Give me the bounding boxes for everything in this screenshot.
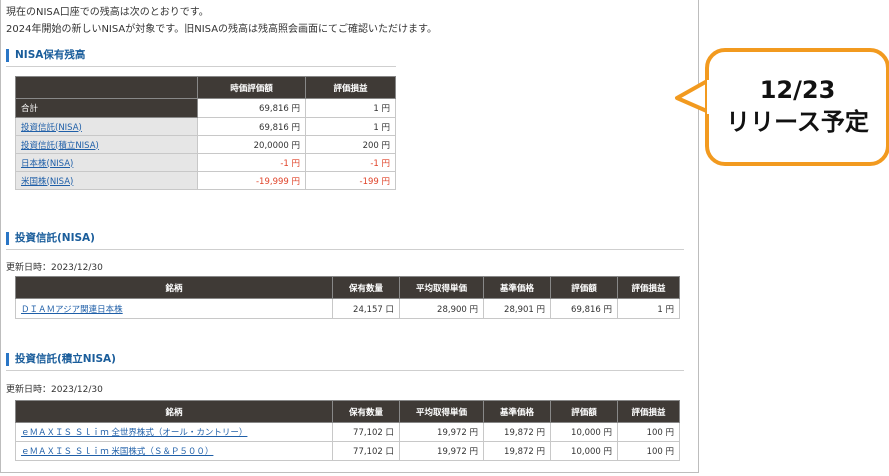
holdings-heading: NISA保有残高: [6, 49, 85, 62]
qty-cell: 77,102 口: [332, 422, 400, 442]
holdings-row: 投資信託(NISA) 69,816 円 1 円: [15, 117, 396, 136]
callout-tail-joint: [707, 80, 713, 114]
base-cell: 19,872 円: [483, 422, 551, 442]
holdings-row: 米国株(NISA) -19,999 円 -199 円: [15, 171, 396, 190]
table-row: ｅＭＡＸＩＳ Ｓｌｉｍ 全世界株式（オール・カントリー） 77,102 口 19…: [15, 422, 680, 442]
base-cell: 28,901 円: [483, 298, 551, 319]
fund-nisa-heading: 投資信託(NISA): [6, 232, 95, 245]
value-cell: 69,816 円: [550, 298, 618, 319]
qty-cell: 24,157 口: [332, 298, 400, 319]
fund-link[interactable]: ｅＭＡＸＩＳ Ｓｌｉｍ 米国株式（Ｓ＆Ｐ５００）: [21, 447, 213, 457]
pl-cell: 1 円: [617, 298, 680, 319]
holdings-pl: 1 円: [305, 117, 396, 136]
holdings-pl: -199 円: [305, 171, 396, 190]
holdings-link-fund-nisa[interactable]: 投資信託(NISA): [21, 123, 82, 133]
fund-tsumitate-heading-divider: [6, 370, 684, 371]
holdings-pl: -1 円: [305, 153, 396, 172]
value-cell: 10,000 円: [550, 441, 618, 461]
fund-link[interactable]: ＤＩＡＭアジア関連日本株: [21, 305, 123, 315]
col-header-pl: 評価損益: [617, 276, 680, 299]
holdings-link-fund-tsumitate[interactable]: 投資信託(積立NISA): [21, 141, 99, 151]
table-row: ｅＭＡＸＩＳ Ｓｌｉｍ 米国株式（Ｓ＆Ｐ５００） 77,102 口 19,972…: [15, 441, 680, 461]
avg-cell: 19,972 円: [399, 422, 484, 442]
fund-nisa-table: 銘柄 保有数量 平均取得単価 基準価格 評価額 評価損益 ＤＩＡＭアジア関連日本…: [15, 276, 680, 319]
fund-tsumitate-table: 銘柄 保有数量 平均取得単価 基準価格 評価額 評価損益 ｅＭＡＸＩＳ Ｓｌｉｍ…: [15, 400, 680, 461]
col-header-qty: 保有数量: [332, 276, 400, 299]
holdings-row: 投資信託(積立NISA) 20,0000 円 200 円: [15, 135, 396, 154]
col-header-base: 基準価格: [483, 400, 551, 423]
col-header-base: 基準価格: [483, 276, 551, 299]
col-header-name: 銘柄: [15, 400, 333, 423]
col-header-name: 銘柄: [15, 276, 333, 299]
holdings-value: -1 円: [197, 153, 306, 172]
pl-cell: 100 円: [617, 441, 680, 461]
holdings-value: 20,0000 円: [197, 135, 306, 154]
callout-date: 12/23: [759, 76, 836, 104]
fund-nisa-heading-divider: [6, 249, 684, 250]
fund-nisa-updated: 更新日時：2023/12/30: [6, 263, 103, 273]
nisa-balance-panel: 現在のNISA口座での残高は次のとおりです。 2024年開始の新しいNISAが対…: [0, 0, 699, 473]
holdings-heading-divider: [6, 66, 396, 67]
holdings-row-total: 合計 69,816 円 1 円: [15, 98, 396, 118]
intro-text-2: 2024年開始の新しいNISAが対象です。旧NISAの残高は残高照会画面にてご確…: [6, 24, 438, 35]
intro-text-1: 現在のNISA口座での残高は次のとおりです。: [6, 7, 209, 18]
col-header-value: 評価額: [550, 276, 618, 299]
holdings-header-row: 時価評価額 評価損益: [15, 76, 396, 99]
avg-cell: 19,972 円: [399, 441, 484, 461]
holdings-value: 69,816 円: [197, 117, 306, 136]
qty-cell: 77,102 口: [332, 441, 400, 461]
avg-cell: 28,900 円: [399, 298, 484, 319]
holdings-row: 日本株(NISA) -1 円 -1 円: [15, 153, 396, 172]
pl-cell: 100 円: [617, 422, 680, 442]
fund-tsumitate-updated: 更新日時：2023/12/30: [6, 385, 103, 395]
fund-tsumitate-header-row: 銘柄 保有数量 平均取得単価 基準価格 評価額 評価損益: [15, 400, 680, 423]
base-cell: 19,872 円: [483, 441, 551, 461]
fund-tsumitate-heading: 投資信託(積立NISA): [6, 353, 116, 366]
holdings-pl: 200 円: [305, 135, 396, 154]
fund-nisa-header-row: 銘柄 保有数量 平均取得単価 基準価格 評価額 評価損益: [15, 276, 680, 299]
table-row: ＤＩＡＭアジア関連日本株 24,157 口 28,900 円 28,901 円 …: [15, 298, 680, 319]
holdings-total-pl: 1 円: [305, 98, 396, 118]
holdings-value: -19,999 円: [197, 171, 306, 190]
holdings-total-label: 合計: [15, 98, 198, 118]
holdings-header-pl: 評価損益: [305, 76, 396, 99]
holdings-link-us-stock[interactable]: 米国株(NISA): [21, 177, 73, 187]
fund-link[interactable]: ｅＭＡＸＩＳ Ｓｌｉｍ 全世界株式（オール・カントリー）: [21, 428, 247, 438]
col-header-avg: 平均取得単価: [399, 276, 484, 299]
holdings-link-jp-stock[interactable]: 日本株(NISA): [21, 159, 73, 169]
holdings-total-value: 69,816 円: [197, 98, 306, 118]
col-header-avg: 平均取得単価: [399, 400, 484, 423]
holdings-header-blank: [15, 76, 198, 99]
value-cell: 10,000 円: [550, 422, 618, 442]
col-header-value: 評価額: [550, 400, 618, 423]
holdings-table: 時価評価額 評価損益 合計 69,816 円 1 円 投資信託(NISA) 69…: [15, 76, 396, 190]
callout-label: リリース予定: [726, 108, 869, 136]
holdings-header-value: 時価評価額: [197, 76, 306, 99]
release-callout: 12/23 リリース予定: [705, 48, 889, 166]
col-header-qty: 保有数量: [332, 400, 400, 423]
col-header-pl: 評価損益: [617, 400, 680, 423]
